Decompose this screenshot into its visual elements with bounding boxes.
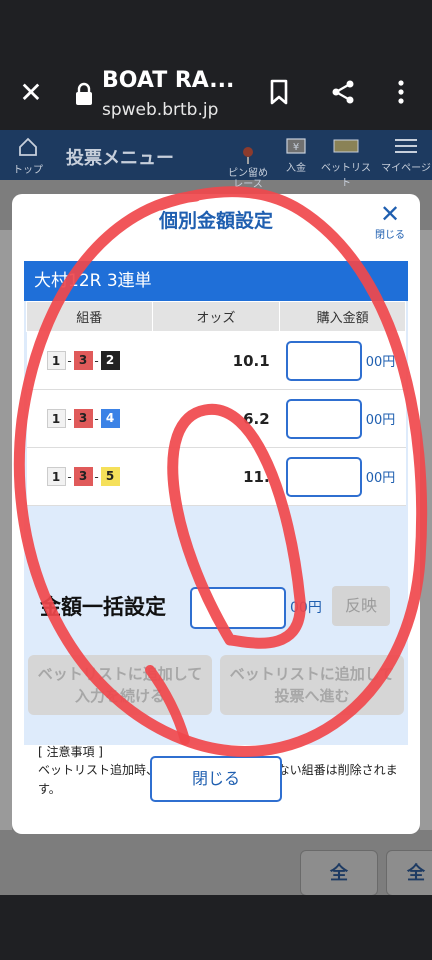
betlist-nav-label: ベットリスト xyxy=(321,163,371,189)
combo-table: 組番 オッズ 購入金額 1-3-2 10.1 00円 1-3-4 6.2 00円… xyxy=(26,301,406,506)
table-row: 1-3-4 6.2 00円 xyxy=(26,389,406,448)
mypage-nav-label: マイページ xyxy=(381,163,431,174)
pin-nav[interactable]: ピン留め レース xyxy=(222,134,274,201)
page-header: トップ 投票メニュー ピン留め レース ¥ 入金 ベットリスト マイページ xyxy=(0,130,432,190)
site-title: BOAT RA... xyxy=(102,68,235,93)
add-and-continue-button[interactable]: ベットリストに追加して 入力を続ける xyxy=(28,655,212,715)
system-nav-bar xyxy=(0,895,432,960)
boat-number: 5 xyxy=(100,467,120,486)
top-nav[interactable]: トップ xyxy=(10,136,46,176)
boat-number: 4 xyxy=(100,409,120,428)
unit-label: 00円 xyxy=(365,471,396,486)
bulk-amount-input[interactable] xyxy=(190,587,286,629)
boat-number: 3 xyxy=(73,467,93,486)
share-icon[interactable] xyxy=(329,78,357,106)
boat-number: 1 xyxy=(46,467,66,486)
boat-number: 2 xyxy=(100,351,120,370)
odds-value: 11. xyxy=(152,447,280,506)
betlist-nav[interactable]: ベットリスト xyxy=(318,136,374,189)
add-and-proceed-button[interactable]: ベットリストに追加して 投票へ進む xyxy=(220,655,404,715)
amount-input[interactable] xyxy=(285,340,362,381)
amount-cell: 00円 xyxy=(279,447,406,506)
boat-number: 3 xyxy=(73,409,93,428)
unit-label: 00円 xyxy=(365,413,396,428)
bet-panel: 大村12R 3連単 組番 オッズ 購入金額 1-3-2 10.1 00円 1-3… xyxy=(24,261,408,796)
modal-close-x[interactable]: ✕ 閉じる xyxy=(370,202,410,241)
race-title: 大村12R 3連単 xyxy=(24,261,408,301)
col-combo: 組番 xyxy=(26,301,153,332)
amount-cell: 00円 xyxy=(279,389,406,448)
bg-right-strip xyxy=(420,230,432,830)
close-tab-icon[interactable]: ✕ xyxy=(16,78,46,108)
odds-value: 6.2 xyxy=(152,389,280,448)
boat-number: 3 xyxy=(73,351,93,370)
status-bar xyxy=(0,0,432,56)
close-x-label: 閉じる xyxy=(375,230,405,241)
bulk-label: 金額一括設定 xyxy=(40,595,166,619)
combo-cell: 1-3-5 xyxy=(26,447,153,506)
col-odds: オッズ xyxy=(151,301,281,332)
col-amount: 購入金額 xyxy=(279,301,406,332)
note-heading: [ 注意事項 ] xyxy=(38,745,103,759)
modal-title: 個別金額設定 xyxy=(158,210,273,232)
close-button[interactable]: 閉じる xyxy=(150,756,282,802)
bulk-unit-label: 00円 xyxy=(290,600,322,616)
table-row: 1-3-5 11. 00円 xyxy=(26,447,406,506)
boat-number: 1 xyxy=(46,409,66,428)
site-url[interactable]: spweb.brtb.jp xyxy=(102,100,218,120)
bg-all-button-2[interactable]: 全 xyxy=(386,850,432,895)
bg-all-button-1[interactable]: 全 xyxy=(300,850,378,895)
close-icon: ✕ xyxy=(379,200,401,228)
mypage-nav[interactable]: マイページ xyxy=(380,136,432,174)
table-header: 組番 オッズ 購入金額 xyxy=(26,301,406,332)
more-vert-icon[interactable] xyxy=(387,78,415,106)
boat-number: 1 xyxy=(46,351,66,370)
amount-input[interactable] xyxy=(285,456,362,497)
deposit-nav[interactable]: ¥ 入金 xyxy=(280,136,312,174)
individual-amount-modal: 個別金額設定 ✕ 閉じる 大村12R 3連単 組番 オッズ 購入金額 1-3-2… xyxy=(12,194,420,834)
amount-cell: 00円 xyxy=(279,331,406,390)
deposit-nav-label: 入金 xyxy=(286,163,306,174)
unit-label: 00円 xyxy=(365,355,396,370)
top-nav-label: トップ xyxy=(13,165,43,176)
apply-button[interactable]: 反映 xyxy=(332,586,390,626)
table-row: 1-3-2 10.1 00円 xyxy=(26,331,406,390)
bookmark-icon[interactable] xyxy=(265,78,293,106)
deposit-icon: ¥ xyxy=(286,138,306,154)
hamburger-icon xyxy=(395,139,417,153)
combo-cell: 1-3-2 xyxy=(26,331,153,390)
svg-text:¥: ¥ xyxy=(293,142,299,153)
browser-toolbar: ✕ BOAT RA... spweb.brtb.jp xyxy=(0,56,432,130)
pin-icon xyxy=(243,147,253,164)
pin-nav-label: ピン留め レース xyxy=(228,168,268,190)
combo-cell: 1-3-4 xyxy=(26,389,153,448)
home-icon xyxy=(19,137,37,156)
amount-input[interactable] xyxy=(285,398,362,439)
menu-title: 投票メニュー xyxy=(66,148,174,169)
odds-value: 10.1 xyxy=(152,331,280,390)
bg-left-strip xyxy=(0,230,12,830)
lock-icon xyxy=(76,82,92,105)
betlist-icon xyxy=(333,139,359,153)
